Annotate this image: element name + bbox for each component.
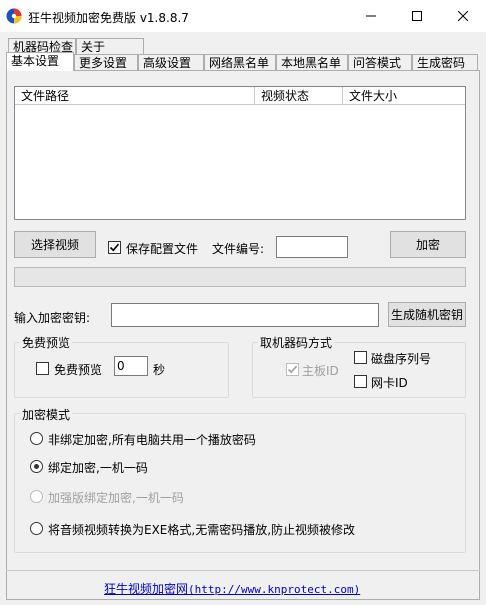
motherboard-id-checkbox[interactable] [286,363,299,376]
column-header-file-size[interactable]: 文件大小 [343,87,465,105]
close-icon [458,11,468,21]
free-preview-group-label: 免费预览 [20,334,73,351]
encryption-key-label: 输入加密密钥: [14,311,91,325]
nic-id-label: 网卡ID [371,376,408,390]
save-config-label: 保存配置文件 [126,242,199,256]
encrypt-button[interactable]: 加密 [390,231,466,258]
checkmark-icon [287,365,298,374]
minimize-button[interactable] [348,0,394,32]
tab-basic-settings[interactable]: 基本设置 [6,52,74,71]
seconds-unit-label: 秒 [153,363,166,377]
footer-link-container: 狂牛视频加密网(http://www.knprotect.com) [104,580,360,597]
free-preview-checkbox[interactable] [36,362,49,375]
disk-serial-label: 磁盘序列号 [371,352,432,366]
column-header-video-status[interactable]: 视频状态 [255,87,343,105]
mode-bound-label: 绑定加密,一机一码 [48,461,148,475]
mode-bound-radio[interactable] [30,460,43,473]
file-number-input[interactable] [276,236,348,258]
motherboard-id-label: 主板ID [302,364,339,378]
file-list[interactable]: 文件路径 视频状态 文件大小 [14,86,466,220]
maximize-icon [412,11,422,21]
tab-advanced-settings[interactable]: 高级设置 [138,54,204,71]
minimize-icon [366,15,376,17]
app-logo-icon [6,8,22,24]
close-button[interactable] [440,0,486,32]
window-title: 狂牛视频加密免费版 v1.8.8.7 [28,11,189,25]
preview-seconds-input[interactable] [114,356,148,376]
mode-exe-convert-radio[interactable] [30,522,43,535]
checkmark-icon [109,243,120,252]
machine-code-group-label: 取机器码方式 [258,334,335,351]
tab-qa-mode[interactable]: 问答模式 [348,54,412,71]
disk-serial-checkbox[interactable] [354,351,367,364]
encryption-key-input[interactable] [111,303,379,327]
tab-about[interactable]: 关于 [76,38,144,55]
website-url[interactable]: (http://www.knprotect.com) [188,583,360,596]
save-config-checkbox[interactable] [108,241,121,254]
generate-random-key-button[interactable]: 生成随机密钥 [388,302,466,327]
column-header-file-path[interactable]: 文件路径 [15,87,255,105]
mode-unbound-label: 非绑定加密,所有电脑共用一个播放密码 [48,433,256,447]
progress-bar [14,267,466,287]
free-preview-label: 免费预览 [54,363,103,377]
maximize-button[interactable] [394,0,440,32]
radio-selected-dot [34,464,39,469]
tab-network-blacklist[interactable]: 网络黑名单 [204,54,276,71]
mode-enhanced-bound-radio[interactable] [30,490,43,503]
mode-exe-convert-label: 将音频视频转换为EXE格式,无需密码播放,防止视频被修改 [48,523,356,537]
encryption-mode-group-label: 加密模式 [20,406,73,423]
footer-divider [6,570,480,571]
file-number-label: 文件编号: [212,242,265,256]
tab-generate-password[interactable]: 生成密码 [412,54,478,71]
select-video-button[interactable]: 选择视频 [14,231,96,258]
mode-enhanced-bound-label: 加强版绑定加密,一机一码 [48,491,184,505]
tab-more-settings[interactable]: 更多设置 [74,54,138,71]
tab-local-blacklist[interactable]: 本地黑名单 [276,54,348,71]
nic-id-checkbox[interactable] [354,375,367,388]
mode-unbound-radio[interactable] [30,432,43,445]
website-link[interactable]: 狂牛视频加密网 [104,582,188,596]
